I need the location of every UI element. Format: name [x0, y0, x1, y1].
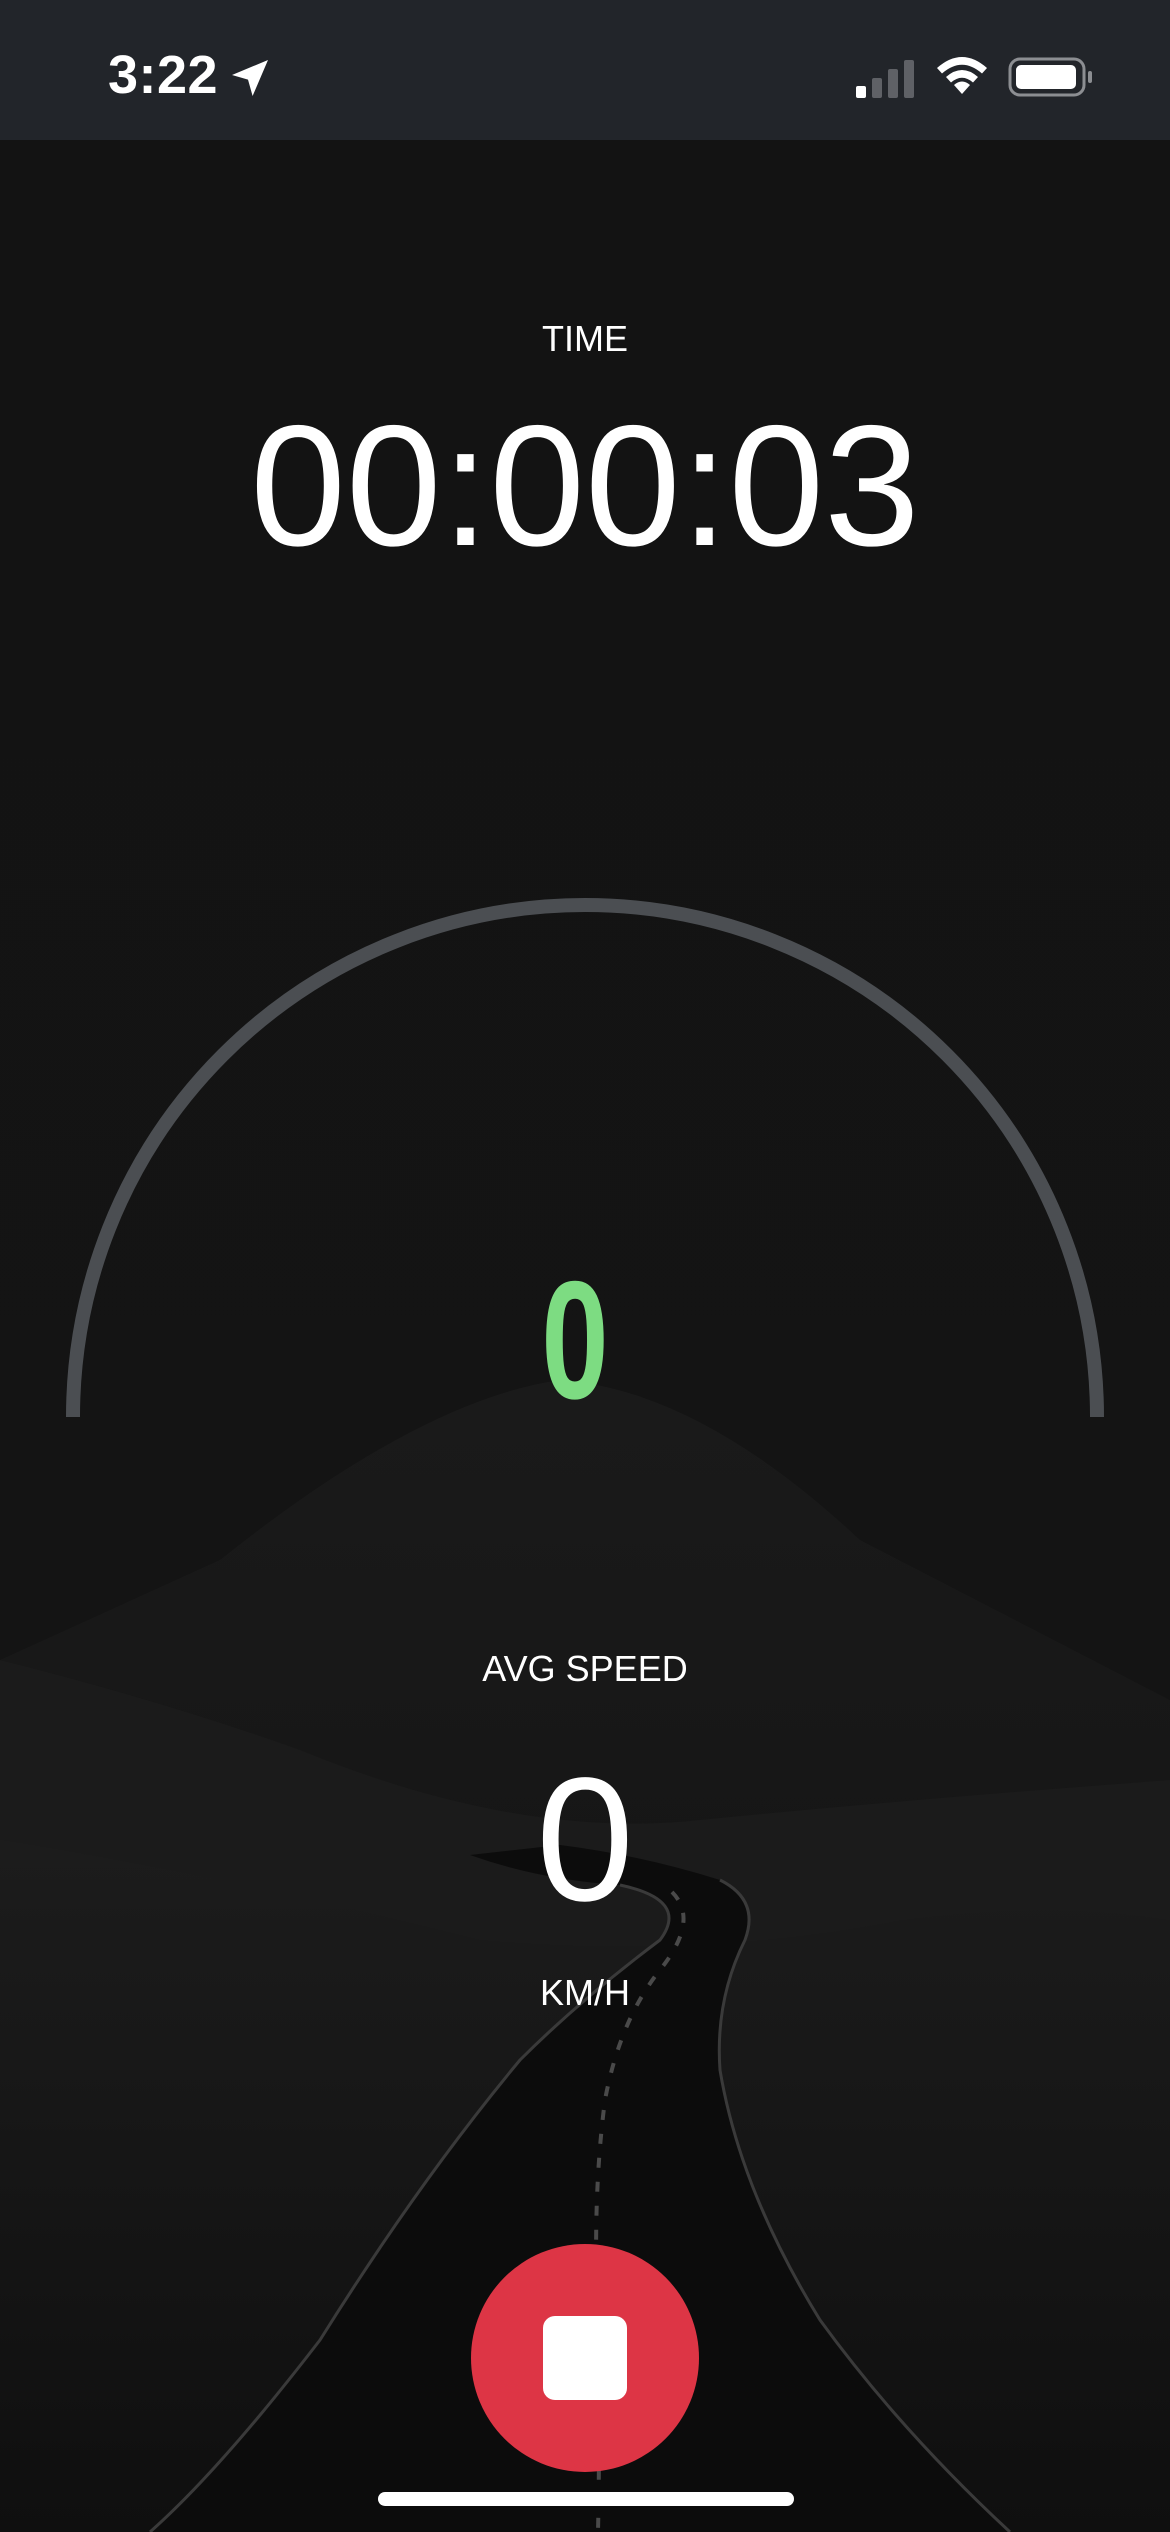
location-arrow-icon: [232, 60, 268, 96]
battery-icon: [1008, 57, 1092, 97]
current-speed-value: 0: [541, 1246, 609, 1434]
avg-speed-label: AVG SPEED: [482, 1648, 688, 1689]
avg-speed-value: 0: [536, 1742, 634, 1938]
time-label: TIME: [542, 318, 628, 359]
wifi-icon: [937, 57, 987, 94]
avg-speed-unit: KM/H: [540, 1972, 630, 2013]
status-bar: 3:22: [0, 0, 1170, 140]
speedometer-screen: 3:22 TIME 00:00:03 0 AVG SPEED 0 KM/H: [0, 0, 1170, 2532]
elapsed-time: 00:00:03: [250, 390, 920, 582]
status-time: 3:22: [108, 45, 219, 105]
cellular-signal-icon: [856, 60, 914, 98]
stop-button[interactable]: [471, 2244, 699, 2472]
home-indicator[interactable]: [378, 2492, 794, 2506]
stop-icon: [543, 2316, 627, 2400]
